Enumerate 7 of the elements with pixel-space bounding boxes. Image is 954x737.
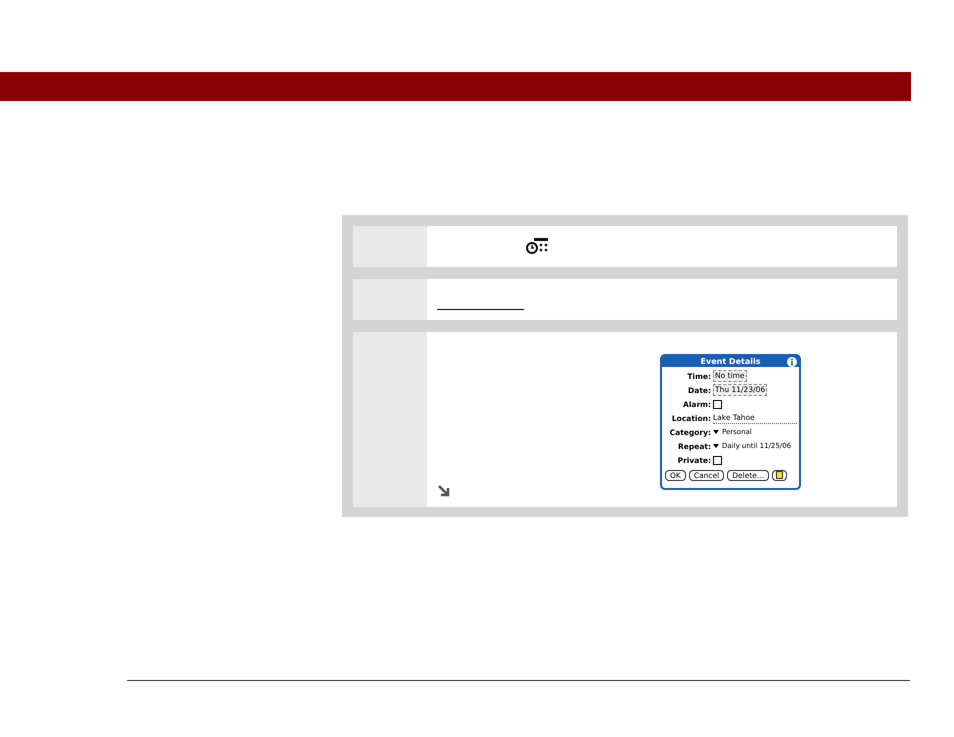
- note-button[interactable]: [772, 470, 788, 481]
- clock-calendar-icon: [526, 237, 550, 255]
- dialog-title: Event Details: [700, 357, 760, 366]
- arrow-icon: [438, 485, 450, 497]
- info-icon[interactable]: [787, 357, 797, 367]
- checkbox[interactable]: [713, 400, 722, 408]
- checkbox[interactable]: [713, 456, 722, 464]
